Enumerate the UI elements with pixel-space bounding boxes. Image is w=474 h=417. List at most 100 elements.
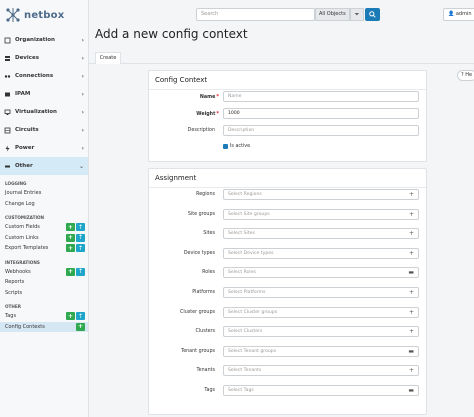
description-field[interactable]: Description bbox=[223, 125, 419, 136]
roles-select[interactable]: Select Roles ▬ bbox=[223, 267, 419, 279]
chevron-right-icon: › bbox=[81, 36, 84, 44]
submenu-item-custom-fields[interactable]: Custom Fields + ⇡ bbox=[0, 222, 88, 233]
nav-item-organization[interactable]: Organization › bbox=[0, 31, 88, 49]
regions-label: Regions bbox=[196, 192, 215, 197]
dropdown-icon: ▬ bbox=[408, 347, 414, 355]
chevron-down-icon: ⌄ bbox=[78, 162, 84, 170]
nav-item-virtualization[interactable]: Virtualization › bbox=[0, 103, 88, 121]
submenu-heading-logging: LOGGING bbox=[5, 181, 27, 186]
dropdown-icon: ▬ bbox=[408, 269, 414, 277]
import-icon[interactable]: ⇡ bbox=[76, 244, 85, 253]
tags-placeholder: Select Tags bbox=[228, 388, 254, 393]
chevron-right-icon: › bbox=[81, 54, 84, 62]
sites-placeholder: Select Sites bbox=[228, 231, 255, 237]
power-icon bbox=[5, 145, 10, 151]
monitor-icon bbox=[4, 109, 11, 115]
ipam-icon bbox=[5, 92, 10, 96]
dropdown-icon: + bbox=[408, 308, 414, 316]
import-icon[interactable]: ⇡ bbox=[76, 233, 85, 242]
device-types-label: Device types bbox=[183, 250, 215, 256]
search-input[interactable]: Search bbox=[196, 8, 315, 21]
is-active-checkbox[interactable] bbox=[223, 144, 228, 149]
nav-item-connections[interactable]: Connections › bbox=[0, 67, 88, 85]
site-groups-placeholder: Select Site groups bbox=[228, 211, 270, 217]
sites-row: Sites Select Sites + bbox=[149, 228, 426, 240]
cluster-groups-select[interactable]: Select Cluster groups + bbox=[223, 306, 419, 318]
submenu-item-scripts[interactable]: Scripts bbox=[0, 288, 88, 299]
add-icon[interactable]: + bbox=[66, 312, 75, 321]
site-groups-label: Site groups bbox=[187, 211, 215, 217]
tab-create[interactable]: Create bbox=[95, 52, 121, 64]
chevron-right-icon: › bbox=[81, 144, 84, 152]
submenu-item-export-templates[interactable]: Export Templates + ⇡ bbox=[0, 243, 88, 254]
name-label: Name* bbox=[199, 94, 219, 100]
tenants-placeholder: Select Tenants bbox=[228, 368, 262, 374]
nav-item-label: Virtualization bbox=[15, 109, 57, 115]
roles-row: Roles Select Roles ▬ bbox=[149, 267, 426, 279]
dropdown-icon: + bbox=[408, 191, 414, 198]
nav-item-devices[interactable]: Devices › bbox=[0, 49, 88, 67]
submenu-item-config-contexts[interactable]: Config Contexts + bbox=[0, 321, 88, 332]
tenant-groups-label: Tenant groups bbox=[181, 348, 215, 354]
platforms-row: Platforms Select Platforms + bbox=[149, 287, 426, 299]
regions-select[interactable]: Select Regions + bbox=[223, 189, 419, 200]
import-icon[interactable]: ⇡ bbox=[76, 223, 85, 232]
user-menu-button[interactable]: 👤 admin bbox=[443, 8, 474, 21]
object-type-select[interactable]: All Objects bbox=[315, 8, 350, 21]
site-groups-select[interactable]: Select Site groups + bbox=[223, 208, 419, 220]
brand[interactable]: netbox bbox=[0, 0, 88, 30]
name-field[interactable]: Name bbox=[223, 91, 419, 102]
add-icon[interactable]: + bbox=[66, 233, 75, 242]
name-row: Name* Name bbox=[149, 91, 426, 103]
device-types-select[interactable]: Select Device types + bbox=[223, 247, 419, 259]
chevron-right-icon: › bbox=[81, 108, 84, 116]
import-icon[interactable]: ⇡ bbox=[76, 312, 85, 321]
nav-item-power[interactable]: Power › bbox=[0, 139, 88, 157]
add-icon[interactable]: + bbox=[76, 322, 85, 331]
description-label: Description bbox=[187, 128, 215, 133]
netbox-logo-icon bbox=[6, 8, 20, 22]
tags-select[interactable]: Select Tags ▬ bbox=[223, 385, 419, 396]
search-button[interactable] bbox=[365, 8, 380, 21]
submenu-item-tags[interactable]: Tags + ⇡ bbox=[0, 311, 88, 322]
submenu: LOGGING Journal Entries Change Log CUSTO… bbox=[0, 180, 88, 332]
username: admin bbox=[455, 11, 472, 17]
submenu-item-custom-links[interactable]: Custom Links + ⇡ bbox=[0, 233, 88, 244]
submenu-item-webhooks[interactable]: Webhooks + ⇡ bbox=[0, 267, 88, 278]
tenant-groups-row: Tenant groups Select Tenant groups ▬ bbox=[149, 345, 426, 358]
clusters-select[interactable]: Select Clusters + bbox=[223, 326, 419, 338]
add-icon[interactable]: + bbox=[66, 267, 75, 276]
weight-field[interactable]: 1000 bbox=[223, 108, 419, 119]
nav-item-other[interactable]: Other ⌄ bbox=[0, 157, 88, 175]
platforms-placeholder: Select Platforms bbox=[228, 290, 266, 295]
topbar: Search All Objects ⏷ 👤 admin bbox=[89, 0, 474, 30]
submenu-item-journal-entries[interactable]: Journal Entries bbox=[0, 188, 88, 199]
help-button[interactable]: ? He bbox=[457, 70, 474, 81]
nav-item-label: Devices bbox=[15, 55, 40, 61]
is-active-row: Is active bbox=[149, 141, 426, 153]
tab-bar: Create bbox=[89, 52, 474, 64]
server-icon bbox=[5, 55, 10, 61]
tenant-groups-select[interactable]: Select Tenant groups ▬ bbox=[223, 345, 419, 357]
submenu-item-change-log[interactable]: Change Log bbox=[0, 199, 88, 210]
tenant-groups-placeholder: Select Tenant groups bbox=[228, 348, 277, 354]
import-icon[interactable]: ⇡ bbox=[76, 267, 85, 276]
other-icon bbox=[5, 165, 10, 167]
dropdown-icon: + bbox=[408, 249, 414, 257]
connections-icon bbox=[4, 74, 11, 78]
submenu-item-reports[interactable]: Reports bbox=[0, 277, 88, 288]
page-title: Add a new config context bbox=[95, 27, 248, 41]
nav-item-circuits[interactable]: Circuits › bbox=[0, 121, 88, 139]
sites-select[interactable]: Select Sites + bbox=[223, 228, 419, 240]
tenants-select[interactable]: Select Tenants + bbox=[223, 365, 419, 377]
nav-item-ipam[interactable]: IPAM › bbox=[0, 85, 88, 103]
weight-label: Weight* bbox=[196, 111, 219, 117]
add-icon[interactable]: + bbox=[66, 244, 75, 253]
platforms-select[interactable]: Select Platforms + bbox=[223, 287, 419, 298]
chevron-right-icon: › bbox=[81, 126, 84, 134]
search-icon bbox=[369, 11, 376, 18]
nav-item-label: IPAM bbox=[15, 91, 31, 97]
filter-icon[interactable]: ⏷ bbox=[350, 8, 364, 21]
add-icon[interactable]: + bbox=[66, 223, 75, 232]
platforms-label: Platforms bbox=[192, 290, 215, 295]
